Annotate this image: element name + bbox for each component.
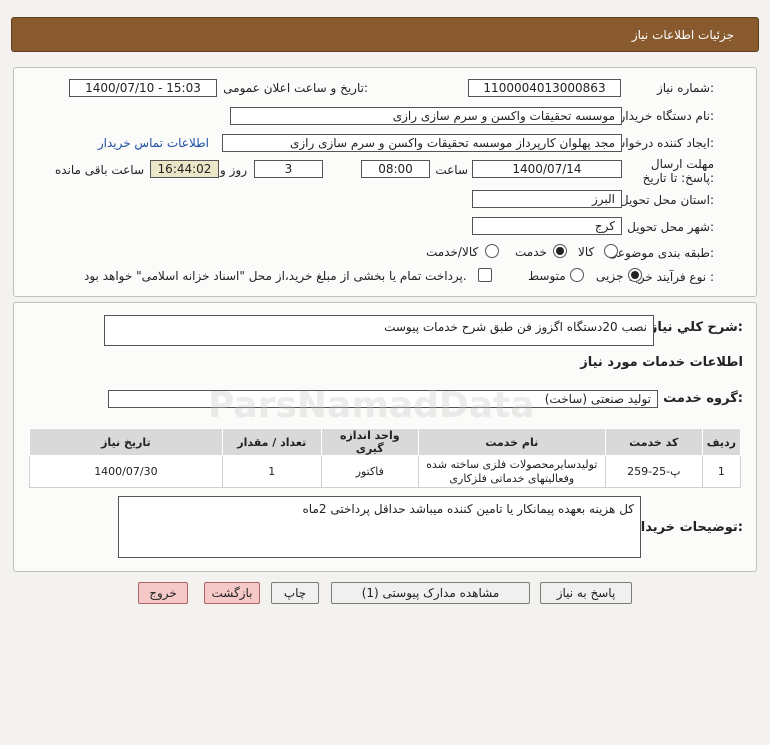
buyer-contact-link[interactable]: اطلاعات تماس خریدار (98, 136, 209, 150)
deadline-time-label: ساعت (435, 163, 468, 177)
col-unit: واحد اندازه گیری (320, 428, 419, 456)
province-label: استان محل تحویل: (619, 193, 714, 207)
cell-service-code: پ-25-259 (604, 455, 703, 488)
deadline-time-field: 08:00 (361, 160, 430, 178)
days-remaining-field: 3 (254, 160, 323, 178)
days-label: روز و (220, 163, 247, 177)
service-group-label: گروه خدمت: (663, 391, 743, 406)
services-section-title: اطلاعات خدمات مورد نیاز (580, 355, 743, 370)
purchase-radio-minor[interactable] (628, 268, 642, 282)
view-attachments-button[interactable]: مشاهده مدارک پیوستی (1) (331, 582, 530, 604)
page-title: جزئیات اطلاعات نیاز (631, 28, 734, 42)
back-button[interactable]: بازگشت (204, 582, 260, 604)
reply-button[interactable]: پاسخ به نیاز (540, 582, 632, 604)
exit-button[interactable]: خروج (138, 582, 188, 604)
table-row: 1 پ-25-259 تولیدسایرمحصولات فلزی ساخته ش… (29, 455, 742, 488)
cell-row-number: 1 (701, 455, 742, 488)
category-label: طبقه بندی موضوعی: (607, 246, 714, 260)
col-row-number: ردیف (701, 428, 742, 456)
purchase-option-medium: متوسط (528, 269, 566, 283)
general-desc-label: شرح کلي نياز: (649, 320, 743, 335)
remaining-time-field: 16:44:02 (150, 160, 219, 178)
col-service-code: کد خدمت (604, 428, 703, 456)
treasury-checkbox[interactable] (478, 268, 492, 282)
purchase-type-label: نوع فرآیند خرید : (629, 270, 714, 284)
purchase-radio-medium[interactable] (570, 268, 584, 282)
category-option-service: خدمت (515, 245, 547, 259)
cell-need-date: 1400/07/30 (29, 455, 223, 488)
print-button[interactable]: چاپ (271, 582, 319, 604)
cell-service-name: تولیدسایرمحصولات فلزی ساخته شده وفعالیته… (417, 455, 606, 488)
cell-unit: فاکتور (320, 455, 419, 488)
buyer-notes-label: توضیحات خریدار: (633, 520, 743, 535)
category-radio-service[interactable] (553, 244, 567, 258)
city-field: کرج (472, 217, 622, 235)
table-header-row: ردیف کد خدمت نام خدمت واحد اندازه گیری ت… (29, 428, 742, 456)
buyer-notes-field: کل هزینه بعهده پیمانکار یا تامین کننده م… (118, 496, 641, 558)
col-need-date: تاریخ نیاز (29, 428, 223, 456)
page-header: جزئیات اطلاعات نیاز (11, 17, 759, 52)
general-desc-field: نصب 20دستگاه اگزوز فن طبق شرح خدمات پیوس… (104, 315, 654, 346)
need-number-field: 1100004013000863 (468, 79, 621, 97)
treasury-checkbox-label: پرداخت تمام یا بخشی از مبلغ خرید،از محل … (84, 269, 467, 283)
announce-datetime-field: 1400/07/10 - 15:03 (69, 79, 217, 97)
category-option-goods-service: کالا/خدمت (426, 245, 479, 259)
category-option-goods: کالا (578, 245, 595, 259)
need-number-label: شماره نیاز: (656, 81, 714, 95)
deadline-date-field: 1400/07/14 (472, 160, 622, 178)
buyer-org-field: موسسه تحقیقات واکسن و سرم سازی رازی (230, 107, 622, 125)
services-table: ردیف کد خدمت نام خدمت واحد اندازه گیری ت… (29, 428, 742, 488)
deadline-label: مهلت ارسال پاسخ: تا تاریخ: (642, 157, 714, 185)
creator-field: مجد پهلوان کارپرداز موسسه تحقیقات واکسن … (222, 134, 622, 152)
cell-quantity: 1 (221, 455, 322, 488)
col-service-name: نام خدمت (417, 428, 606, 456)
announce-datetime-label: تاریخ و ساعت اعلان عمومی: (223, 81, 368, 95)
remaining-label: ساعت باقی مانده (54, 163, 144, 177)
buyer-org-label: نام دستگاه خریدار: (619, 109, 715, 123)
city-label: شهر محل تحویل: (627, 220, 714, 234)
category-radio-goods-service[interactable] (485, 244, 499, 258)
service-group-field: تولید صنعتی (ساخت) (108, 390, 658, 408)
province-field: البرز (472, 190, 622, 208)
col-quantity: تعداد / مقدار (221, 428, 322, 456)
category-radio-goods[interactable] (604, 244, 618, 258)
purchase-option-minor: جزیی (596, 269, 624, 283)
